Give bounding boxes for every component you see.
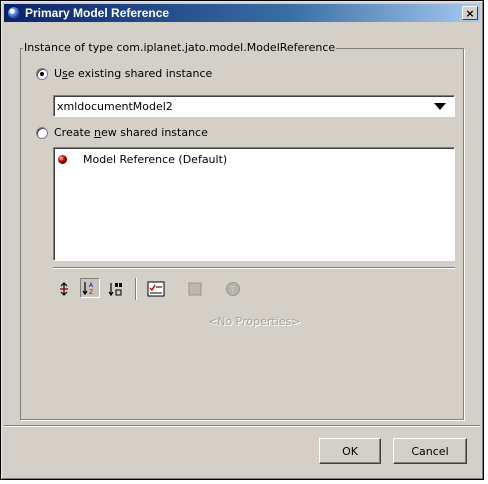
disabled-square-icon — [188, 282, 202, 296]
no-properties-label: <No Properties> — [208, 315, 301, 328]
create-new-radio-row[interactable]: Create new shared instance — [36, 126, 208, 139]
property-sheet-separator — [53, 267, 455, 269]
disabled-square-button[interactable] — [185, 279, 205, 299]
sort-none-icon — [60, 282, 68, 296]
group-label: Instance of type com.iplanet.jato.model.… — [23, 41, 337, 54]
bean-list[interactable]: Model Reference (Default) — [53, 147, 455, 261]
list-item-label: Model Reference (Default) — [83, 153, 228, 166]
toolbar-separator — [135, 278, 137, 300]
dialog-window: Primary Model Reference × Instance of ty… — [0, 0, 484, 480]
svg-text:Z: Z — [89, 289, 93, 296]
use-existing-radio-row[interactable]: Use existing shared instance — [36, 67, 212, 80]
create-new-label: Create new shared instance — [54, 126, 208, 139]
svg-text:?: ? — [230, 286, 235, 296]
close-button[interactable]: × — [462, 6, 478, 20]
cancel-button[interactable]: Cancel — [393, 438, 467, 464]
svg-text:A: A — [89, 282, 94, 289]
property-list-icon — [147, 281, 165, 297]
title-bar[interactable]: Primary Model Reference × — [4, 4, 480, 22]
instance-select-value: xmldocumentModel2 — [57, 100, 173, 113]
sort-by-type-button[interactable] — [106, 279, 126, 299]
use-existing-label: Use existing shared instance — [54, 67, 213, 80]
help-button[interactable]: ? — [223, 279, 243, 299]
sort-none-button[interactable] — [54, 279, 74, 299]
property-list-button[interactable] — [146, 279, 166, 299]
sort-by-name-icon: A Z — [82, 282, 94, 296]
instance-select[interactable]: xmldocumentModel2 — [53, 95, 455, 117]
app-icon — [7, 6, 21, 20]
use-existing-radio[interactable] — [36, 67, 48, 80]
window-title: Primary Model Reference — [25, 6, 170, 20]
sort-by-name-button[interactable]: A Z — [80, 278, 100, 298]
model-bean-icon — [58, 155, 67, 164]
sort-by-type-icon — [108, 283, 122, 297]
help-icon: ? — [226, 282, 240, 296]
ok-button[interactable]: OK — [319, 438, 381, 464]
create-new-radio[interactable] — [36, 126, 48, 139]
list-item[interactable]: Model Reference (Default) — [58, 153, 227, 166]
chevron-down-icon[interactable] — [434, 103, 446, 110]
button-bar-separator — [4, 425, 480, 427]
